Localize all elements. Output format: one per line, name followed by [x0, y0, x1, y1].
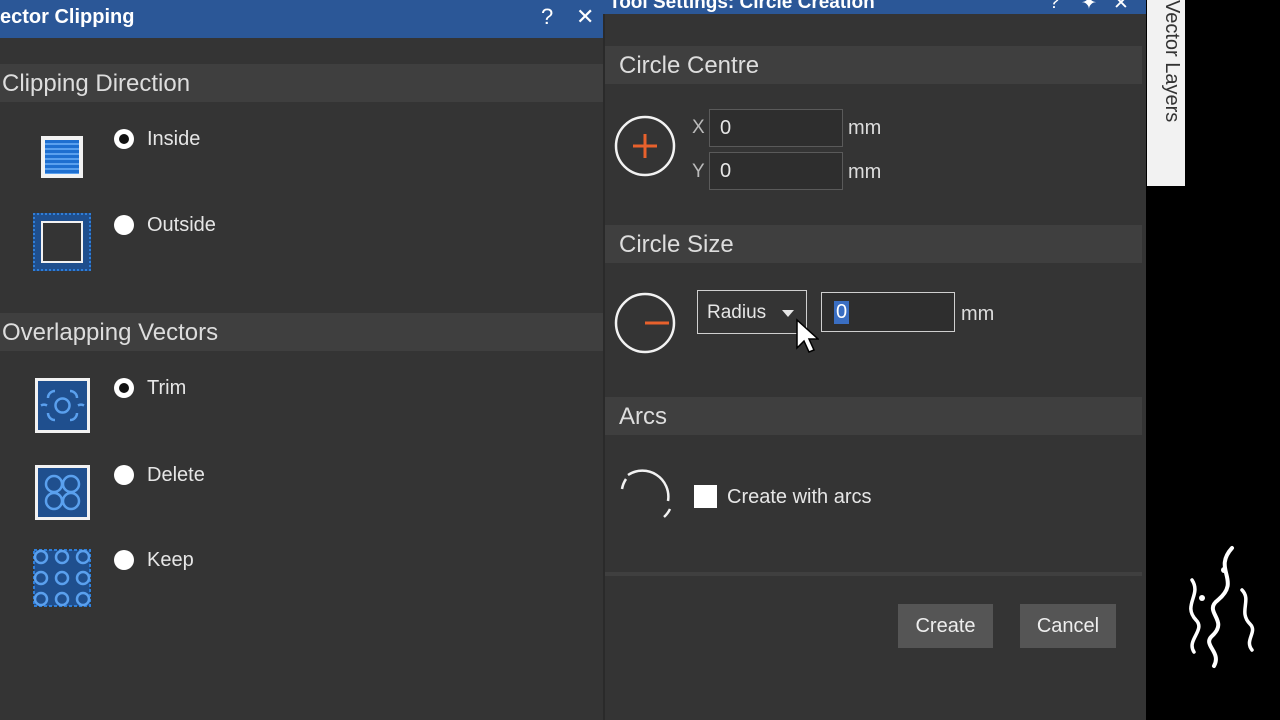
radius-unit: mm	[961, 303, 995, 325]
panel-title: Tool Settings: Circle Creation	[609, 0, 875, 13]
section-title: Circle Centre	[619, 52, 760, 79]
x-label: X	[692, 117, 705, 138]
arc-icon	[620, 469, 672, 518]
section-title: Overlapping Vectors	[2, 319, 219, 346]
help-button[interactable]: ?	[1049, 0, 1060, 14]
clipping-direction-header: Clipping Direction	[0, 64, 603, 102]
circle-creation-titlebar[interactable]: Tool Settings: Circle Creation ? ✦ ✕	[603, 0, 1146, 14]
divider	[605, 572, 1142, 576]
y-unit: mm	[848, 161, 882, 183]
section-title: Circle Size	[619, 231, 734, 258]
create-with-arcs-label: Create with arcs	[727, 486, 872, 508]
radio-keep[interactable]	[114, 550, 134, 570]
radio-label-delete: Delete	[147, 464, 205, 486]
mouse-cursor-icon	[796, 318, 819, 353]
vector-clipping-panel	[0, 0, 603, 720]
cancel-button[interactable]: Cancel	[1020, 604, 1116, 648]
close-button[interactable]: ✕	[576, 4, 594, 30]
panel-title: ector Clipping	[0, 6, 135, 28]
centre-x-input[interactable]	[709, 109, 843, 147]
clip-outside-icon[interactable]	[33, 213, 91, 271]
arcs-header: Arcs	[605, 397, 1142, 435]
circle-centre-icon	[614, 115, 676, 177]
radio-label-outside: Outside	[147, 214, 216, 236]
circle-size-icon	[614, 292, 676, 354]
radio-label-keep: Keep	[147, 549, 194, 571]
help-button[interactable]: ?	[541, 4, 553, 30]
calligraphy-logo-icon	[1189, 546, 1255, 668]
radio-label-trim: Trim	[147, 377, 187, 399]
x-unit: mm	[848, 117, 882, 139]
radio-label-inside: Inside	[147, 128, 201, 150]
y-label: Y	[692, 161, 705, 182]
centre-y-input[interactable]	[709, 152, 843, 190]
close-button[interactable]: ✕	[1113, 0, 1129, 14]
radius-value: 0	[834, 301, 850, 324]
circle-centre-header: Circle Centre	[605, 46, 1142, 84]
circle-size-header: Circle Size	[605, 225, 1142, 263]
trim-icon[interactable]	[35, 378, 90, 433]
pin-button[interactable]: ✦	[1081, 0, 1097, 14]
radio-outside[interactable]	[114, 215, 134, 235]
radio-trim[interactable]	[114, 378, 134, 398]
keep-overlap-icon[interactable]	[31, 547, 93, 609]
delete-overlap-icon[interactable]	[35, 465, 90, 520]
size-mode-dropdown[interactable]: Radius	[697, 290, 807, 334]
radio-delete[interactable]	[114, 465, 134, 485]
create-button[interactable]: Create	[898, 604, 993, 648]
overlapping-vectors-header: Overlapping Vectors	[0, 313, 603, 351]
section-title: Clipping Direction	[2, 70, 191, 97]
clip-inside-icon[interactable]	[41, 136, 83, 178]
chevron-down-icon	[782, 310, 794, 317]
create-with-arcs-checkbox[interactable]	[694, 485, 717, 508]
vector-layers-tab-label: Vector Layers	[1161, 0, 1183, 123]
radius-input[interactable]: 0	[821, 292, 955, 332]
dropdown-value: Radius	[707, 302, 767, 323]
section-title: Arcs	[619, 403, 667, 430]
radio-inside[interactable]	[114, 129, 134, 149]
